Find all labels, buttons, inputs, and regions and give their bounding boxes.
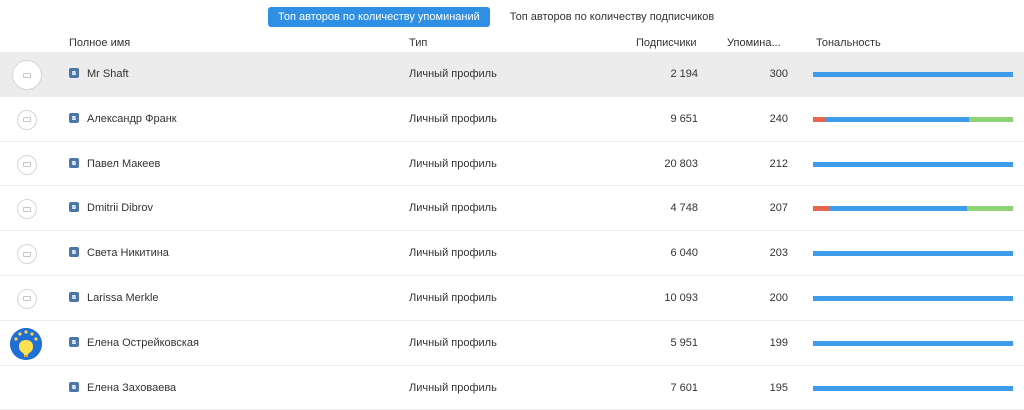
mentions-count: 300 [769, 68, 788, 80]
tone-negative-segment [813, 206, 829, 212]
author-type: Личный профиль [409, 381, 497, 394]
mentions-count: 240 [769, 112, 788, 125]
mentions-count: 203 [769, 247, 788, 260]
tone-neutral-segment [813, 72, 1013, 77]
mentions-count: 200 [769, 291, 788, 304]
subscribers-count: 10 093 [664, 291, 698, 304]
tone-bar [813, 295, 1013, 301]
tone-neutral-segment [825, 116, 969, 122]
tone-neutral-segment [829, 206, 967, 212]
vk-icon: в [69, 157, 79, 168]
tone-bar [813, 72, 1013, 77]
author-type: Личный профиль [409, 157, 497, 170]
tone-bar [813, 340, 1013, 346]
author-type: Личный профиль [409, 68, 497, 80]
table-row[interactable]: в Dmitrii Dibrov Личный профиль 4 748 20… [0, 186, 1024, 232]
default-avatar-icon[interactable] [12, 284, 42, 314]
author-type: Личный профиль [409, 291, 497, 304]
tone-neutral-segment [813, 161, 1013, 167]
default-avatar-icon[interactable] [12, 105, 42, 135]
tab-top-by-subscribers[interactable]: Топ авторов по количеству подписчиков [500, 7, 724, 27]
table-header: Полное имя Тип Подписчики Упомина... Тон… [0, 34, 1024, 54]
tone-neutral-segment [813, 251, 1013, 257]
table-row[interactable]: в Елена Острейковская Личный профиль 5 9… [0, 321, 1024, 366]
vk-icon: в [69, 202, 79, 213]
author-name[interactable]: Елена Заховаева [87, 382, 176, 394]
subscribers-count: 6 040 [670, 247, 698, 260]
tab-top-by-mentions[interactable]: Топ авторов по количеству упоминаний [268, 7, 490, 27]
table-row[interactable]: в Larissa Merkle Личный профиль 10 093 2… [0, 276, 1024, 321]
tone-bar [813, 206, 1013, 212]
default-avatar-icon[interactable] [12, 150, 42, 180]
author-type: Личный профиль [409, 202, 497, 215]
tone-bar [813, 116, 1013, 122]
table-row[interactable]: в Павел Макеев Личный профиль 20 803 212 [0, 142, 1024, 187]
tab-bar: Топ авторов по количеству упоминаний Топ… [268, 6, 724, 28]
column-header-tone[interactable]: Тональность [816, 37, 881, 49]
column-header-mentions[interactable]: Упомина... [727, 37, 781, 49]
subscribers-count: 2 194 [670, 68, 698, 80]
table-row[interactable]: в Света Никитина Личный профиль 6 040 20… [0, 231, 1024, 276]
vk-icon: в [69, 336, 79, 347]
default-avatar-icon[interactable] [12, 60, 42, 90]
tone-neutral-segment [813, 385, 1013, 391]
default-avatar-icon[interactable] [12, 194, 42, 224]
author-name[interactable]: Света Никитина [87, 247, 169, 259]
tone-positive-segment [967, 206, 1013, 212]
table-row[interactable]: в Елена Заховаева Личный профиль 7 601 1… [0, 366, 1024, 410]
avatar[interactable] [10, 327, 42, 360]
vk-icon: в [69, 291, 79, 302]
mentions-count: 207 [769, 202, 788, 215]
subscribers-count: 7 601 [670, 381, 698, 394]
subscribers-count: 4 748 [670, 202, 698, 215]
vk-icon: в [69, 112, 79, 123]
default-avatar-icon[interactable] [12, 239, 42, 269]
author-name[interactable]: Dmitrii Dibrov [87, 202, 153, 214]
author-name[interactable]: Александр Франк [87, 113, 177, 125]
vk-icon: в [69, 247, 79, 258]
table-row[interactable]: в Александр Франк Личный профиль 9 651 2… [0, 97, 1024, 142]
mentions-count: 212 [769, 157, 788, 170]
vk-icon: в [69, 68, 79, 78]
author-type: Личный профиль [409, 247, 497, 260]
subscribers-count: 5 951 [670, 336, 698, 349]
mentions-count: 195 [769, 381, 788, 394]
tone-neutral-segment [813, 295, 1013, 301]
tone-bar [813, 385, 1013, 391]
author-type: Личный профиль [409, 336, 497, 349]
author-name[interactable]: Larissa Merkle [87, 292, 159, 304]
tone-bar [813, 251, 1013, 257]
authors-table-body: в Mr Shaft Личный профиль 2 194 300 в Ал… [0, 52, 1024, 410]
author-name[interactable]: Павел Макеев [87, 158, 160, 170]
subscribers-count: 9 651 [670, 112, 698, 125]
mentions-count: 199 [769, 336, 788, 349]
author-name[interactable]: Mr Shaft [87, 68, 129, 80]
tone-negative-segment [813, 116, 825, 122]
column-header-subscribers[interactable]: Подписчики [636, 37, 697, 49]
tone-positive-segment [969, 116, 1013, 122]
author-name[interactable]: Елена Острейковская [87, 337, 199, 349]
column-header-name[interactable]: Полное имя [69, 37, 130, 49]
author-type: Личный профиль [409, 112, 497, 125]
tone-bar [813, 161, 1013, 167]
subscribers-count: 20 803 [664, 157, 698, 170]
column-header-type[interactable]: Тип [409, 37, 427, 49]
vk-icon: в [69, 381, 79, 392]
table-row[interactable]: в Mr Shaft Личный профиль 2 194 300 [0, 52, 1024, 97]
tone-neutral-segment [813, 340, 1013, 346]
